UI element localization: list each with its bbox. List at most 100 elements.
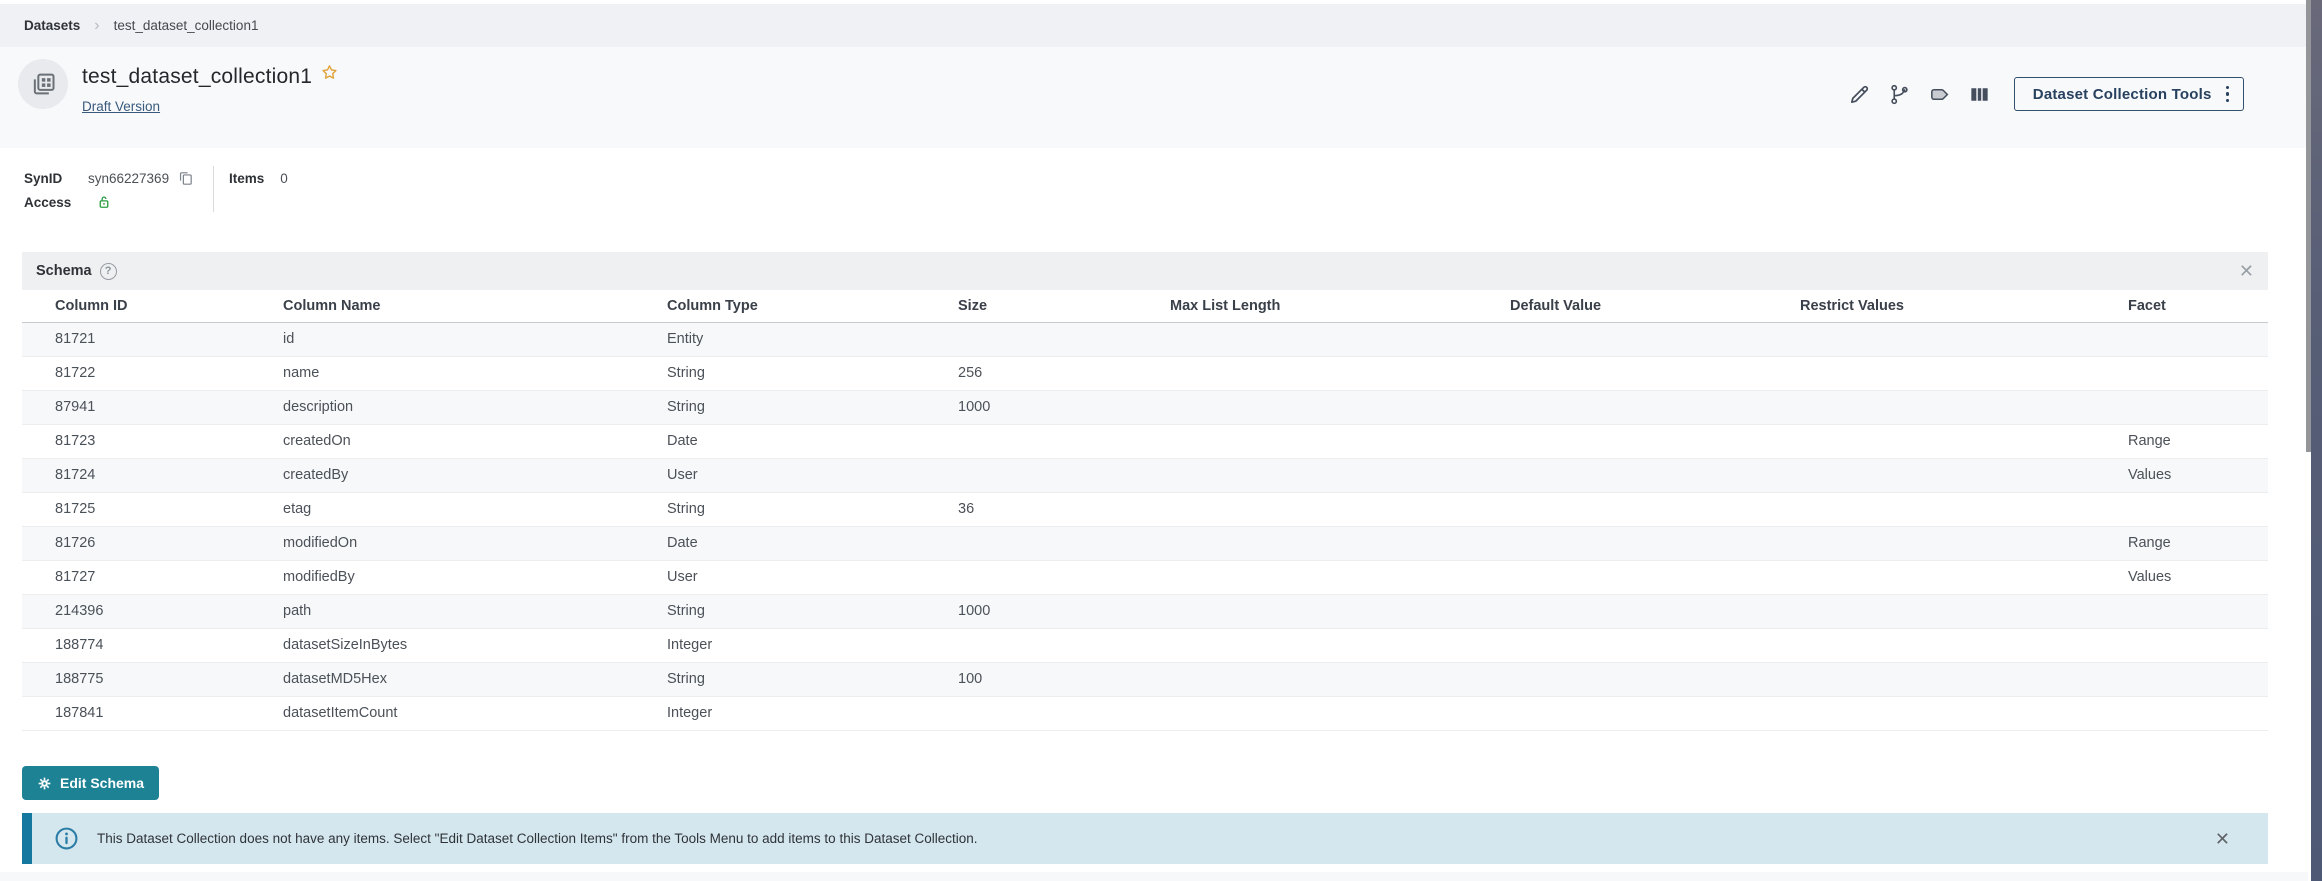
cell-type: Date xyxy=(667,433,698,449)
close-icon[interactable]: ✕ xyxy=(2239,262,2254,280)
columns-icon[interactable] xyxy=(1960,75,2000,113)
cell-type: User xyxy=(667,569,698,585)
cell-size: 36 xyxy=(958,501,975,517)
cell-facet xyxy=(2128,492,2268,526)
cell-default-value xyxy=(1510,628,1800,662)
table-row: 81722 name String 256 xyxy=(22,356,2268,390)
favorite-star-icon[interactable] xyxy=(320,63,339,87)
table-row: 81721 id Entity xyxy=(22,322,2268,356)
cell-id: 81724 xyxy=(55,467,96,483)
cell-id: 81722 xyxy=(55,365,96,381)
cell-max-list-length xyxy=(1170,322,1510,356)
cell-name: datasetSizeInBytes xyxy=(283,637,408,653)
cell-type: Integer xyxy=(667,637,713,653)
cell-size: 1000 xyxy=(958,399,991,415)
cell-name: path xyxy=(283,603,312,619)
cell-restrict-values xyxy=(1800,628,2128,662)
cell-max-list-length xyxy=(1170,526,1510,560)
cell-default-value xyxy=(1510,696,1800,730)
banner-close-icon[interactable]: ✕ xyxy=(2215,830,2230,848)
entity-header: test_dataset_collection1 Draft Version D… xyxy=(0,47,2308,148)
cell-facet xyxy=(2128,322,2268,356)
dataset-collection-icon xyxy=(33,73,55,95)
cell-name: id xyxy=(283,331,295,347)
cell-id: 187841 xyxy=(55,705,104,721)
breadcrumb-current: test_dataset_collection1 xyxy=(113,18,259,33)
cell-restrict-values xyxy=(1800,696,2128,730)
synid-label: SynID xyxy=(24,170,63,186)
cell-type: Entity xyxy=(667,331,704,347)
cell-id: 87941 xyxy=(55,399,96,415)
draft-version-link[interactable]: Draft Version xyxy=(82,99,160,114)
cell-default-value xyxy=(1510,356,1800,390)
schema-title: Schema xyxy=(36,263,92,279)
edit-pencil-icon[interactable] xyxy=(1840,75,1880,113)
cell-name: datasetMD5Hex xyxy=(283,671,387,687)
cell-id: 81723 xyxy=(55,433,96,449)
cell-max-list-length xyxy=(1170,696,1510,730)
cell-type: String xyxy=(667,365,705,381)
cell-type: String xyxy=(667,399,705,415)
cell-type: Integer xyxy=(667,705,713,721)
cell-size: 1000 xyxy=(958,603,991,619)
table-row: 81723 createdOn Date Range xyxy=(22,424,2268,458)
schema-section: Schema ? ✕ Column ID Column Name Column … xyxy=(22,252,2268,731)
open-lock-icon[interactable] xyxy=(95,193,113,211)
dataset-collection-tools-button[interactable]: Dataset Collection Tools xyxy=(2013,77,2244,111)
cell-facet: Values xyxy=(2128,467,2172,483)
breadcrumb: Datasets › test_dataset_collection1 xyxy=(0,4,2308,47)
cell-facet xyxy=(2128,356,2268,390)
scrollbar-thumb[interactable] xyxy=(2306,0,2311,452)
cell-default-value xyxy=(1510,560,1800,594)
cell-name: name xyxy=(283,365,320,381)
page-title: test_dataset_collection1 xyxy=(82,65,313,88)
cell-default-value xyxy=(1510,424,1800,458)
tools-button-label: Dataset Collection Tools xyxy=(2032,85,2212,103)
cell-restrict-values xyxy=(1800,560,2128,594)
cell-restrict-values xyxy=(1800,424,2128,458)
avatar xyxy=(18,59,68,109)
breadcrumb-datasets-link[interactable]: Datasets xyxy=(24,18,80,33)
cell-type: String xyxy=(667,603,705,619)
scrollbar-track[interactable] xyxy=(2311,0,2322,881)
col-header-column-id: Column ID xyxy=(22,290,283,323)
annotations-tag-icon[interactable] xyxy=(1920,75,1960,113)
col-header-size: Size xyxy=(958,290,1170,323)
cell-max-list-length xyxy=(1170,458,1510,492)
cell-size xyxy=(958,628,1170,662)
cell-default-value xyxy=(1510,662,1800,696)
cell-id: 81726 xyxy=(55,535,96,551)
table-row: 81725 etag String 36 xyxy=(22,492,2268,526)
cell-restrict-values xyxy=(1800,662,2128,696)
synid-value: syn66227369 xyxy=(88,170,170,186)
schema-table: Column ID Column Name Column Type Size M… xyxy=(22,290,2268,731)
cell-name: createdOn xyxy=(283,433,351,449)
cell-restrict-values xyxy=(1800,594,2128,628)
table-row: 81727 modifiedBy User Values xyxy=(22,560,2268,594)
version-history-icon[interactable] xyxy=(1880,75,1920,113)
col-header-default-value: Default Value xyxy=(1510,290,1800,323)
cell-name: modifiedOn xyxy=(283,535,358,551)
cell-facet xyxy=(2128,594,2268,628)
items-value: 0 xyxy=(280,170,288,186)
table-row: 188775 datasetMD5Hex String 100 xyxy=(22,662,2268,696)
edit-schema-button[interactable]: Edit Schema xyxy=(22,766,160,800)
cell-restrict-values xyxy=(1800,390,2128,424)
cell-type: String xyxy=(667,501,705,517)
chevron-right-icon: › xyxy=(94,16,100,34)
cell-facet xyxy=(2128,628,2268,662)
cell-size xyxy=(958,424,1170,458)
cell-default-value xyxy=(1510,526,1800,560)
help-icon[interactable]: ? xyxy=(99,262,117,280)
banner-message: This Dataset Collection does not have an… xyxy=(97,831,978,846)
cell-id: 188774 xyxy=(55,637,104,653)
cell-max-list-length xyxy=(1170,424,1510,458)
copy-icon[interactable] xyxy=(177,170,194,187)
divider xyxy=(0,872,2308,881)
cell-id: 214396 xyxy=(55,603,104,619)
table-row: 188774 datasetSizeInBytes Integer xyxy=(22,628,2268,662)
cell-id: 81725 xyxy=(55,501,96,517)
cell-max-list-length xyxy=(1170,560,1510,594)
cell-max-list-length xyxy=(1170,628,1510,662)
cell-restrict-values xyxy=(1800,492,2128,526)
